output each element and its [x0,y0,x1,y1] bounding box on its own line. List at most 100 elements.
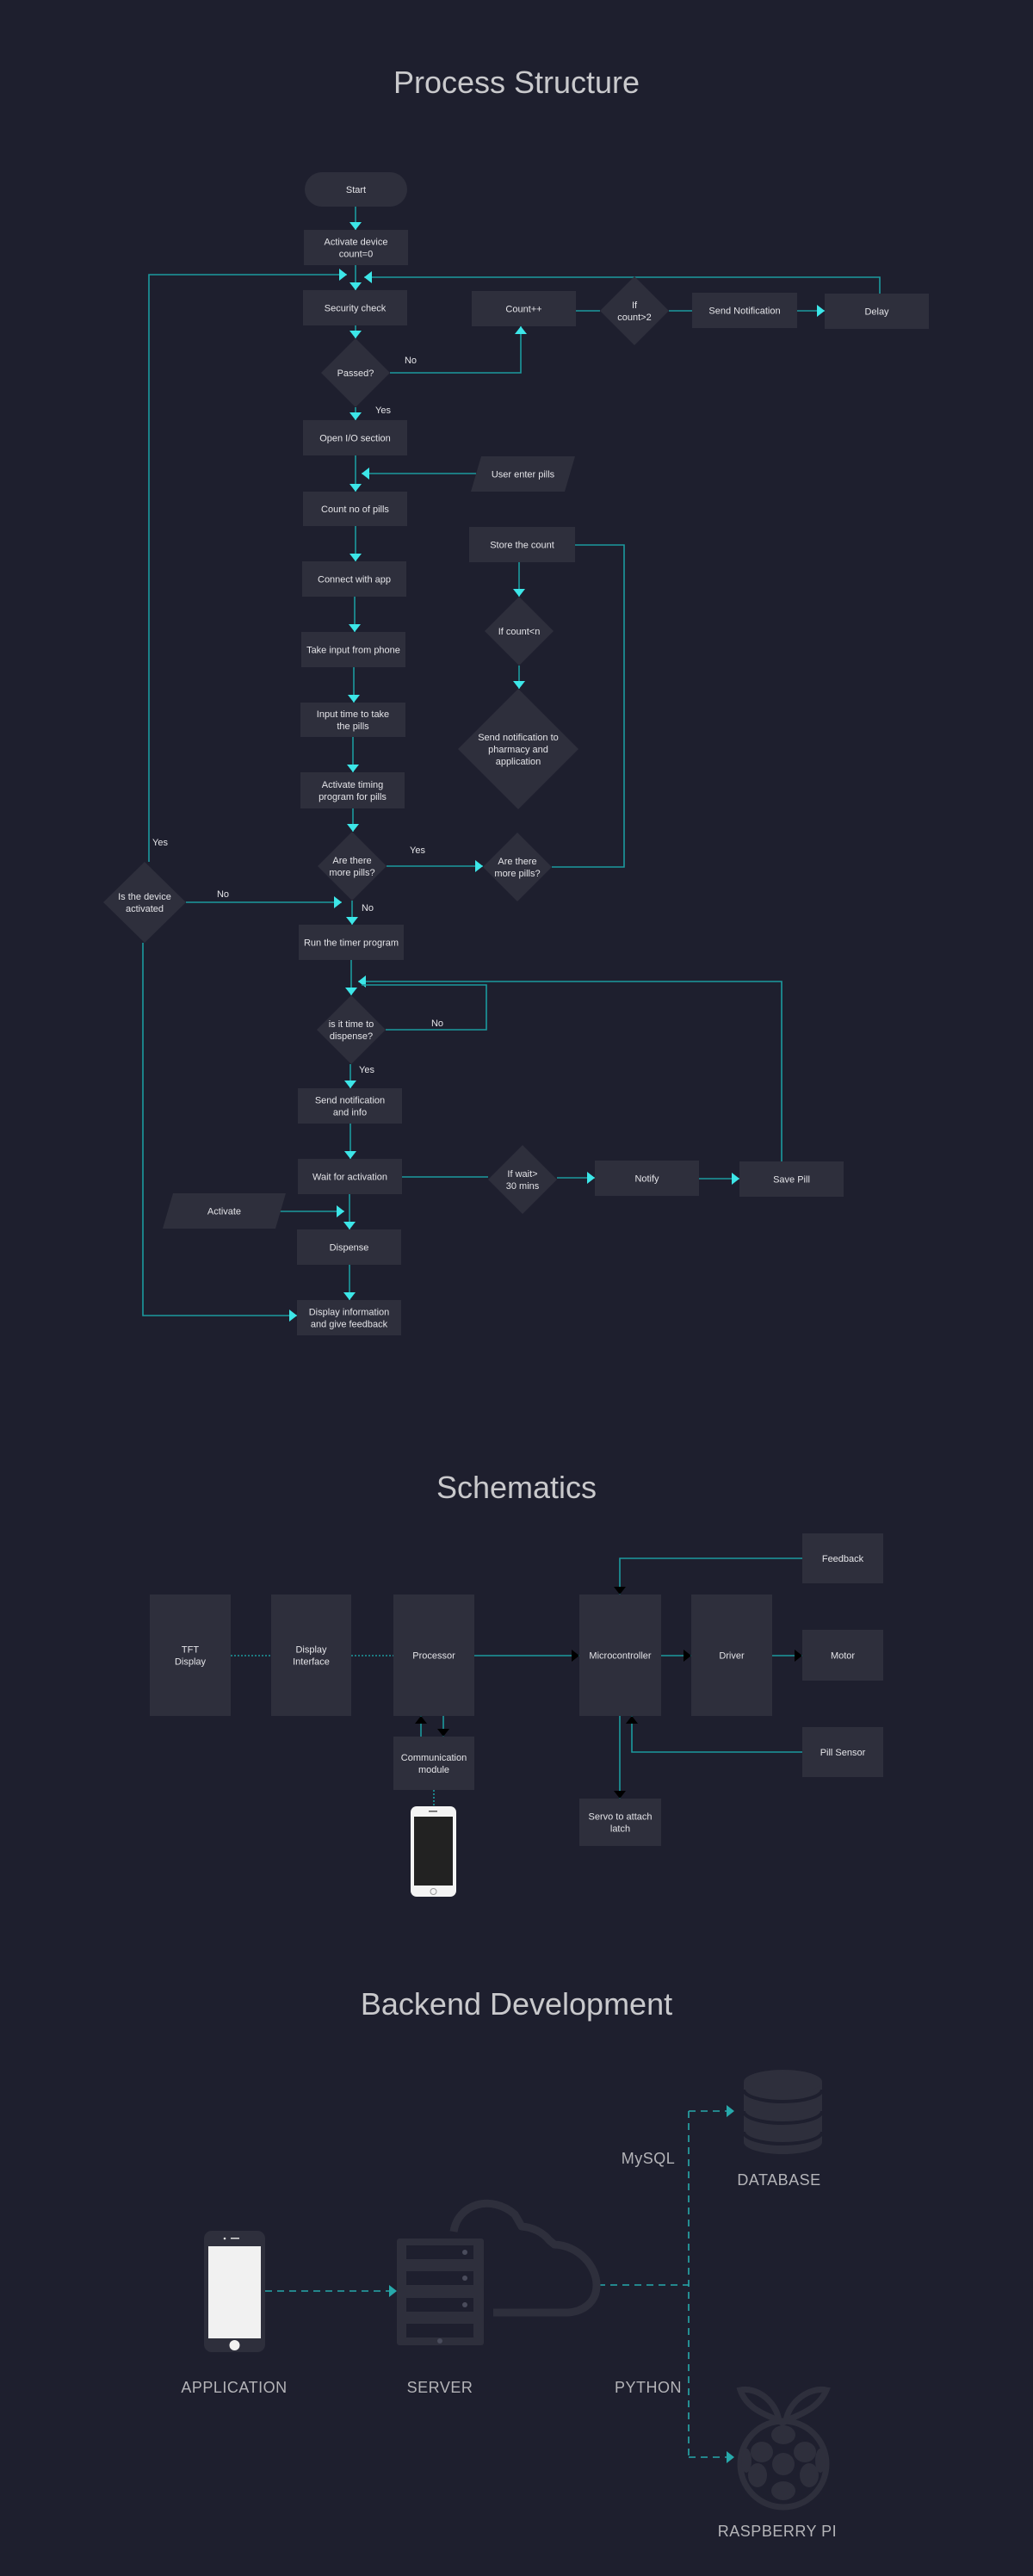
schematic-motor: Motor [802,1630,883,1681]
schematic-tft-display-label: Display [175,1657,207,1668]
flow-connector-arrowhead-icon [349,412,362,420]
backend-icons [204,1806,831,2511]
flow-send-notif-info-label: Send notification [315,1096,385,1106]
flow-user-enter-pills: User enter pills [471,456,575,492]
flow-send-notification: Send Notification [692,293,797,328]
flow-device-activated-label: activated [126,904,164,914]
flow-if-count-gt2-shape [600,276,669,345]
flow-security-check-label: Security check [325,304,387,314]
flow-delay: Delay [825,294,929,329]
flow-count-inc: Count++ [472,291,576,326]
flow-connector-arrowhead-icon [347,824,359,832]
flow-input-time-label: Input time to take [317,709,389,720]
flow-connector-arrowhead-icon [346,917,358,925]
flow-take-input: Take input from phone [301,632,405,667]
flow-connector-arrowhead-icon [513,681,525,689]
flow-activate-device-shape [304,230,408,265]
schematic-driver: Driver [691,1595,772,1716]
flow-send-notification-label: Send Notification [708,307,780,317]
schematic-feedback-label: Feedback [822,1554,864,1564]
flow-connector-arrowhead-icon [339,269,347,281]
flow-connector-arrowhead-icon [345,988,357,995]
flow-activate-device: Activate device count=0 [304,230,408,265]
schematic-connector-arrowhead-icon [415,1716,427,1724]
schematic-motor-label: Motor [831,1651,855,1662]
flow-display-info: Display information and give feedback [297,1300,401,1335]
flow-more-pills-left: Are there more pills? [318,832,387,901]
backend-link-arrowhead-icon [389,2285,397,2297]
flow-connector-arrowhead-icon [358,975,366,988]
diagram-canvas: Process Structure Schematics Backend Dev… [103,65,929,2540]
flow-passed: Passed? [321,338,390,407]
schematic-connector-arrowhead-icon [684,1650,691,1662]
backend-link-arrowhead-icon [727,2451,734,2463]
raspberry-pi-icon [736,2386,831,2511]
flow-connector-arrowhead-icon [349,282,362,290]
flow-display-info-label: and give feedback [311,1320,388,1330]
flow-count-pills-label: Count no of pills [321,505,389,515]
flow-start-label: Start [346,185,366,195]
schematic-servo-label: latch [610,1824,630,1835]
branch-label: Yes [359,1065,374,1075]
branch-label: No [431,1019,443,1029]
flow-more-pills-left-label: more pills? [329,868,374,878]
server-icon [397,2239,484,2345]
phone-icon [204,2231,265,2352]
schematic-pill-sensor: Pill Sensor [802,1727,883,1777]
schematic-microcontroller-label: Microcontroller [589,1651,651,1662]
backend-label-application: APPLICATION [181,2379,287,2396]
flow-more-pills-right-shape [483,833,552,901]
schematic-communication-module: Communication module [393,1737,474,1790]
schematic-communication-module-label: Communication [401,1753,467,1763]
flow-activate-input: Activate [163,1193,286,1229]
flow-run-timer-label: Run the timer program [304,938,399,949]
flow-user-enter-pills-label: User enter pills [492,470,555,480]
flow-save-pill-label: Save Pill [773,1175,810,1186]
flow-connector-arrowhead-icon [587,1172,595,1184]
flow-notify: Notify [595,1161,699,1196]
flow-time-to-dispense: is it time todispense? [317,995,386,1064]
flow-activate-timing-label: program for pills [319,792,387,802]
flow-more-pills-right-label: more pills? [494,869,540,879]
schematic-servo-label: Servo to attach [589,1812,653,1823]
flow-activate-timing-label: Activate timing [322,780,384,790]
flow-connector-arrowhead-icon [349,624,361,632]
flow-connector-arrowhead-icon [349,331,362,338]
schematic-connector-arrowhead-icon [626,1716,638,1724]
flow-connector-arrowhead-icon [364,271,372,283]
flow-notify-label: Notify [634,1174,659,1185]
flow-open-io: Open I/O section [303,420,407,455]
backend-label-raspberry-pi: RASPBERRY PI [718,2523,837,2540]
flow-device-activated-shape [103,862,186,943]
branch-label: Yes [410,845,425,856]
backend-label-python: PYTHON [615,2379,682,2396]
flow-display-info-shape [297,1300,401,1335]
backend-label-mysql: MySQL [622,2150,676,2167]
flow-security-check: Security check [303,290,407,325]
schematic-communication-module-shape [393,1737,474,1790]
schematic-processor-label: Processor [412,1651,455,1662]
schematic-communication-module-label: module [418,1765,449,1775]
flow-activate-timing: Activate timing program for pills [300,772,405,808]
schematic-processor: Processor [393,1595,474,1716]
flow-time-to-dispense-shape [317,995,386,1064]
flow-notify-pharmacy-label: pharmacy and [488,745,548,755]
flow-input-time: Input time to takethe pills [300,703,405,737]
flow-if-wait-label: 30 mins [506,1181,540,1192]
flow-if-count-lt-n-label: If count<n [498,627,541,637]
flow-take-input-label: Take input from phone [306,646,400,656]
process-structure-title: Process Structure [393,65,640,100]
flow-connect-app: Connect with app [302,561,406,597]
schematic-connector-arrowhead-icon [437,1729,449,1737]
flow-input-time-label: the pills [337,721,369,732]
flow-notify-pharmacy-label: Send notification to [478,733,559,743]
flow-notify-pharmacy-label: application [496,757,541,767]
flow-send-notif-info: Send notification and info [298,1088,402,1124]
schematic-tft-display: TFTDisplay [150,1595,231,1716]
schematic-servo: Servo to attachlatch [579,1799,661,1846]
flow-dispense: Dispense [297,1229,401,1265]
schematic-tft-display-label: TFT [182,1645,199,1656]
flow-if-wait-label: If wait> [507,1169,537,1180]
schematic-connector-arrowhead-icon [614,1791,626,1799]
flow-connector-arrowhead-icon [348,695,360,703]
